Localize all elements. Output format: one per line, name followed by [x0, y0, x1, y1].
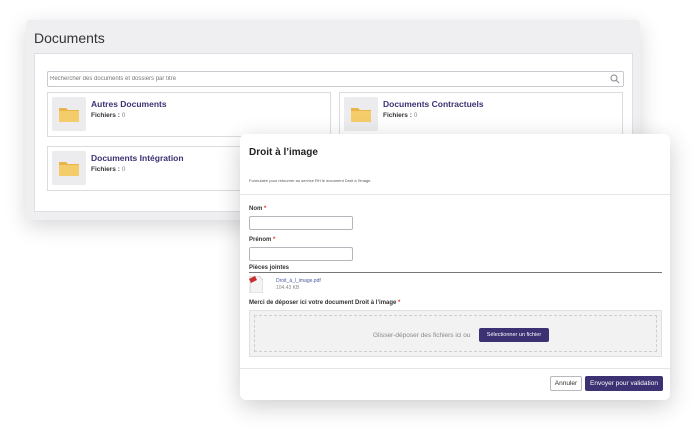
attachment-link[interactable]: Droit_à_l_image.pdf: [276, 278, 321, 284]
pdf-file-icon: [249, 276, 263, 293]
search-input[interactable]: [50, 72, 600, 86]
divider: [240, 194, 670, 195]
folder-file-count: Fichiers : 0: [383, 112, 418, 119]
folder-icon: [344, 97, 378, 131]
nom-input[interactable]: [249, 216, 353, 230]
cancel-button[interactable]: Annuler: [550, 376, 582, 391]
droit-image-modal: Droit à l’image Formulaire pour retourne…: [240, 134, 670, 400]
folder-name[interactable]: Autres Documents: [91, 99, 167, 109]
folder-icon: [52, 97, 86, 131]
prenom-label: Prénom *: [249, 237, 276, 243]
page-title: Documents: [34, 30, 105, 46]
modal-title: Droit à l’image: [249, 147, 318, 158]
nom-label: Nom *: [249, 206, 267, 212]
search-bar[interactable]: [47, 71, 624, 87]
folder-card-documents-contractuels[interactable]: Documents Contractuels Fichiers : 0: [339, 92, 623, 137]
divider: [249, 272, 662, 273]
folder-name[interactable]: Documents Intégration: [91, 153, 184, 163]
folder-file-count: Fichiers : 0: [91, 166, 126, 173]
dropzone-text: Glisser-déposer des fichiers ici ou: [373, 332, 471, 339]
folder-file-count: Fichiers : 0: [91, 112, 126, 119]
folder-name[interactable]: Documents Contractuels: [383, 99, 484, 109]
folder-icon: [52, 151, 86, 185]
folder-card-autres-documents[interactable]: Autres Documents Fichiers : 0: [47, 92, 331, 137]
submit-button[interactable]: Envoyer pour validation: [585, 376, 663, 391]
attachments-title: Pièces jointes: [249, 265, 290, 271]
modal-description: Formulaire pour retourner au service RH …: [249, 178, 372, 183]
upload-label: Merci de déposer ici votre document Droi…: [249, 300, 401, 306]
prenom-input[interactable]: [249, 247, 353, 261]
divider: [240, 368, 670, 369]
dropzone-border: Glisser-déposer des fichiers ici ou Séle…: [254, 315, 657, 352]
file-dropzone[interactable]: Glisser-déposer des fichiers ici ou Séle…: [249, 310, 662, 357]
attachment-size: 104.43 KB: [276, 285, 300, 291]
select-file-button[interactable]: Sélectionner un fichier: [479, 328, 549, 342]
search-icon[interactable]: [610, 74, 620, 84]
